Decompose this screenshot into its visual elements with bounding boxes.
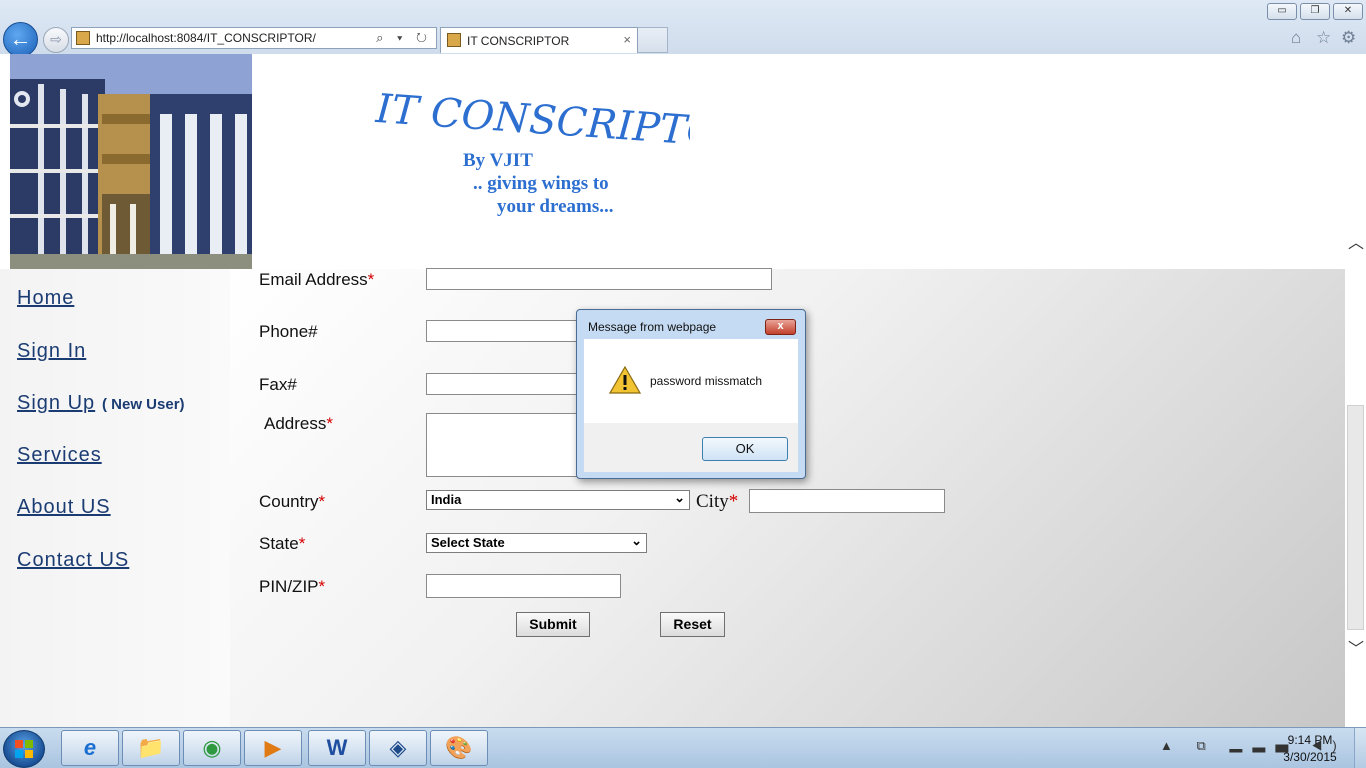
start-button[interactable] bbox=[3, 730, 45, 768]
fax-label: Fax# bbox=[259, 375, 297, 394]
taskbar-explorer-icon[interactable]: 📁 bbox=[122, 730, 180, 766]
taskbar: e 📁 ◉ ▶ W ◈ 🎨 ▲ ⧉ ▂▃▅ ◀) ⚑ 9:14 PM 3/30/… bbox=[0, 727, 1366, 768]
phone-label: Phone# bbox=[259, 322, 318, 341]
state-select[interactable]: Select State ⌄ bbox=[426, 533, 647, 553]
warning-icon bbox=[609, 366, 641, 394]
scroll-up-icon[interactable]: ︿ bbox=[1348, 229, 1364, 253]
city-field[interactable] bbox=[749, 489, 945, 513]
taskbar-ie-icon[interactable]: e bbox=[61, 730, 119, 766]
tools-gear-icon[interactable]: ⚙ bbox=[1341, 28, 1356, 48]
nav-sign-in-link[interactable]: Sign In bbox=[17, 340, 86, 363]
scroll-thumb[interactable] bbox=[1347, 405, 1364, 630]
back-button[interactable]: ← bbox=[3, 22, 38, 57]
logo-text: IT CONSCRIPTOR bbox=[373, 86, 690, 154]
taskbar-media-player-icon[interactable]: ▶ bbox=[244, 730, 302, 766]
windows-logo-icon bbox=[15, 740, 33, 758]
address-bar[interactable]: http://localhost:8084/IT_CONSCRIPTOR/ ⌕ … bbox=[71, 27, 437, 49]
chevron-down-icon: ⌄ bbox=[631, 533, 642, 548]
taskbar-chrome-icon[interactable]: ◉ bbox=[183, 730, 241, 766]
submit-button[interactable]: Submit bbox=[516, 612, 590, 637]
tagline-line-2: your dreams... bbox=[497, 196, 614, 217]
required-mark: * bbox=[318, 492, 326, 511]
minimize-button[interactable]: ▭ bbox=[1267, 3, 1297, 20]
dialog-message: password missmatch bbox=[650, 374, 763, 388]
favorites-icon[interactable]: ☆ bbox=[1316, 28, 1331, 48]
address-text: http://localhost:8084/IT_CONSCRIPTOR/ bbox=[96, 31, 316, 45]
ok-button[interactable]: OK bbox=[702, 437, 788, 461]
restore-button[interactable]: ❐ bbox=[1300, 3, 1330, 20]
alert-dialog: Message from webpage x password missmatc… bbox=[576, 309, 806, 479]
nav-about-us-link[interactable]: About US bbox=[17, 496, 111, 519]
vertical-scrollbar[interactable]: ︿ ﹀ bbox=[1345, 215, 1366, 673]
nav-services-link[interactable]: Services bbox=[17, 444, 102, 467]
address-label: Address* bbox=[264, 414, 333, 433]
reset-button[interactable]: Reset bbox=[660, 612, 725, 637]
scroll-down-icon[interactable]: ﹀ bbox=[1348, 635, 1364, 659]
email-label: Email Address* bbox=[259, 270, 375, 289]
chevron-down-icon: ⌄ bbox=[674, 490, 685, 505]
clock-time[interactable]: 9:14 PM bbox=[1280, 733, 1340, 747]
tab-title: IT CONSCRIPTOR bbox=[467, 34, 570, 48]
dialog-body: password missmatch OK bbox=[584, 339, 798, 472]
email-field[interactable] bbox=[426, 268, 772, 290]
college-building-image bbox=[10, 54, 252, 269]
browser-chrome: ▭ ❐ ✕ ← ⇨ http://localhost:8084/IT_CONSC… bbox=[0, 0, 1366, 57]
required-mark: * bbox=[326, 414, 333, 433]
search-refresh-icons[interactable]: ⌕ ▾ ↻ bbox=[376, 30, 432, 46]
page-header: IT CONSCRIPTOR By VJIT .. giving wings t… bbox=[0, 54, 1366, 269]
taskbar-word-icon[interactable]: W bbox=[308, 730, 366, 766]
tab-favicon-icon bbox=[447, 33, 461, 47]
tab-close-icon[interactable]: × bbox=[623, 32, 631, 47]
tab-it-conscriptor[interactable]: IT CONSCRIPTOR × bbox=[440, 27, 638, 53]
show-desktop-button[interactable] bbox=[1354, 728, 1366, 768]
required-mark: * bbox=[318, 577, 326, 596]
dialog-footer: OK bbox=[584, 423, 798, 472]
country-label: Country* bbox=[259, 492, 326, 511]
page-favicon-icon bbox=[76, 31, 90, 45]
tagline-line-1: .. giving wings to bbox=[473, 173, 609, 194]
sidebar-nav: Home Sign In Sign Up ( New User) Service… bbox=[0, 269, 230, 727]
country-value: India bbox=[431, 492, 462, 507]
home-icon[interactable]: ⌂ bbox=[1291, 28, 1301, 48]
window-close-button[interactable]: ✕ bbox=[1333, 3, 1363, 20]
pin-label: PIN/ZIP* bbox=[259, 577, 326, 596]
city-label: City* bbox=[696, 491, 739, 512]
new-user-note: ( New User) bbox=[102, 396, 185, 413]
dialog-title: Message from webpage bbox=[588, 320, 717, 334]
nav-sign-up-link[interactable]: Sign Up bbox=[17, 392, 95, 415]
state-value: Select State bbox=[431, 535, 505, 550]
taskbar-virtualbox-icon[interactable]: ◈ bbox=[369, 730, 427, 766]
required-mark: * bbox=[298, 534, 306, 553]
new-tab-button[interactable] bbox=[638, 27, 668, 53]
state-label: State* bbox=[259, 534, 306, 553]
clock-date[interactable]: 3/30/2015 bbox=[1280, 750, 1340, 764]
by-line: By VJIT bbox=[463, 150, 533, 171]
taskbar-paint-icon[interactable]: 🎨 bbox=[430, 730, 488, 766]
country-select[interactable]: India ⌄ bbox=[426, 490, 690, 510]
pin-field[interactable] bbox=[426, 574, 621, 598]
required-mark: * bbox=[728, 491, 739, 512]
dialog-close-button[interactable]: x bbox=[765, 319, 796, 335]
forward-button[interactable]: ⇨ bbox=[43, 27, 69, 53]
required-mark: * bbox=[367, 270, 375, 289]
nav-home-link[interactable]: Home bbox=[17, 287, 74, 310]
it-conscriptor-logo: IT CONSCRIPTOR bbox=[373, 86, 690, 154]
nav-contact-us-link[interactable]: Contact US bbox=[17, 549, 129, 572]
